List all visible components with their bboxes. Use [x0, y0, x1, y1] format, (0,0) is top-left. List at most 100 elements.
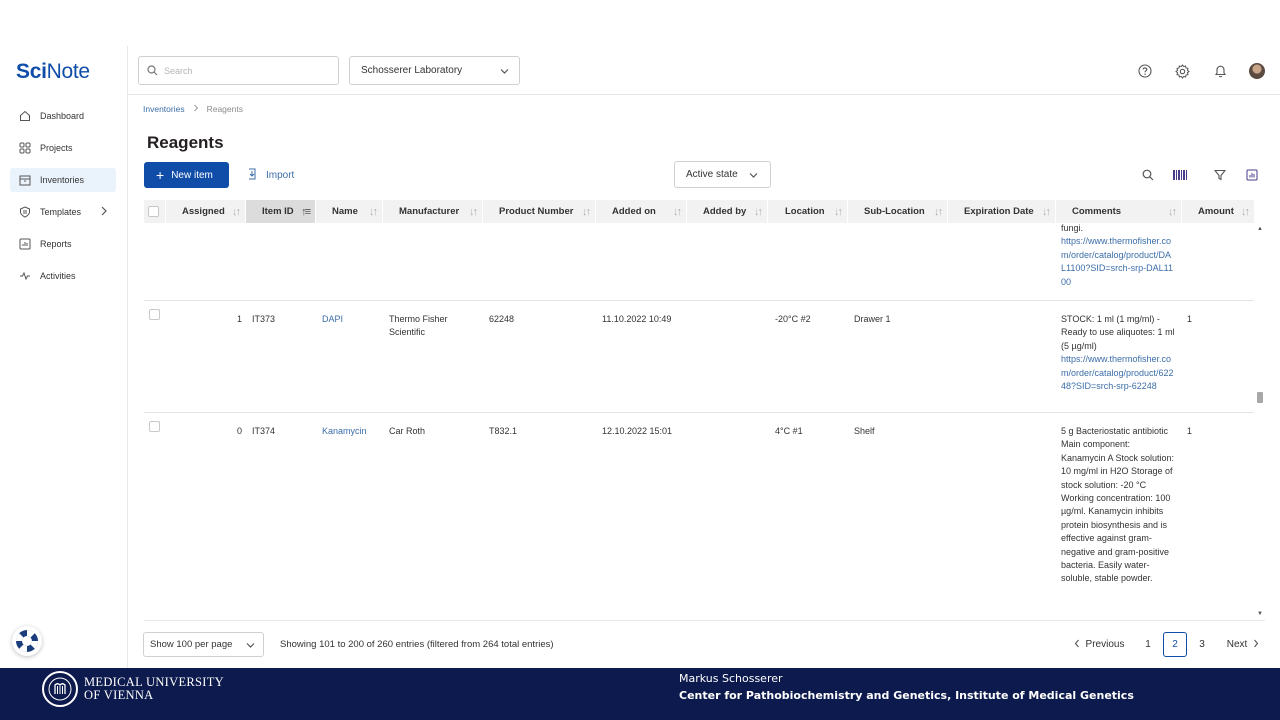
scinote-app: SciNote Dashboard Projects Inventories T… [0, 0, 1280, 668]
home-icon [18, 109, 32, 123]
column-header-product-number[interactable]: Product Number ↓↑ [483, 200, 595, 223]
active-state-value: Active state [686, 169, 738, 180]
sort-icon: ↓↑ [934, 205, 943, 218]
page-1-button[interactable]: 1 [1140, 632, 1156, 657]
scroll-down-arrow-icon[interactable]: ▼ [1257, 611, 1263, 617]
comment-link[interactable]: https://www.thermofisher.com/order/catal… [1061, 236, 1173, 286]
column-header-item-id[interactable]: Item ID ↑≡ [246, 200, 315, 223]
column-label: Name [332, 206, 358, 217]
import-button[interactable]: Import [246, 166, 294, 184]
table-row[interactable]: fungi. https://www.thermofisher.com/orde… [144, 223, 1254, 301]
sidebar-item-templates[interactable]: Templates [10, 200, 116, 224]
row-checkbox[interactable] [149, 309, 160, 320]
item-id-cell: IT374 [252, 426, 276, 436]
per-page-value: Show 100 per page [150, 639, 233, 650]
sidebar-item-label: Inventories [40, 175, 85, 185]
comment-link[interactable]: https://www.thermofisher.com/order/catal… [1061, 354, 1174, 391]
sort-icon: ↓↑ [673, 205, 682, 218]
row-checkbox[interactable] [149, 421, 160, 432]
search-box[interactable] [138, 56, 339, 85]
comments-cell: STOCK: 1 ml (1 mg/ml) - Ready to use ali… [1061, 313, 1175, 393]
team-selector[interactable]: Schosserer Laboratory [349, 56, 520, 85]
scroll-up-arrow-icon[interactable]: ▲ [1257, 226, 1263, 232]
column-header-sub-location[interactable]: Sub-Location ↓↑ [848, 200, 947, 223]
column-header-location[interactable]: Location ↓↑ [768, 200, 847, 223]
active-state-dropdown[interactable]: Active state [674, 161, 771, 188]
grid-icon [18, 141, 32, 155]
assigned-cell: 0 [236, 426, 242, 436]
amount-cell: 1 [1187, 314, 1193, 324]
support-lifebuoy-button[interactable] [12, 626, 42, 656]
university-line-1: MEDICAL UNIVERSITY [84, 675, 224, 689]
barcode-icon[interactable] [1172, 167, 1188, 183]
chevron-right-icon [193, 104, 199, 114]
sidebar-item-projects[interactable]: Projects [10, 136, 116, 160]
help-icon[interactable] [1137, 63, 1153, 79]
previous-page-button[interactable]: Previous [1070, 632, 1128, 657]
sidebar-item-activities[interactable]: Activities [10, 264, 116, 288]
column-header-expiration-date[interactable]: Expiration Date ↓↑ [948, 200, 1055, 223]
per-page-dropdown[interactable]: Show 100 per page [143, 632, 264, 657]
column-header-amount[interactable]: Amount ↓↑ [1182, 200, 1254, 223]
column-label: Comments [1072, 206, 1122, 217]
sidebar-item-reports[interactable]: Reports [10, 232, 116, 256]
column-label: Expiration Date [964, 206, 1034, 217]
box-icon [18, 173, 32, 187]
topbar: Schosserer Laboratory [128, 46, 1280, 95]
table-scrollbar[interactable]: ▲ ▼ [1255, 223, 1265, 620]
row-checkbox-cell[interactable] [149, 421, 160, 432]
import-icon [246, 168, 258, 183]
comments-cell: fungi. https://www.thermofisher.com/orde… [1061, 223, 1175, 289]
column-header-added-on[interactable]: Added on ↓↑ [596, 200, 686, 223]
search-input[interactable] [164, 65, 324, 76]
comments-cell: 5 g Bacteriostatic antibiotic Main compo… [1061, 425, 1175, 586]
scroll-thumb[interactable] [1257, 392, 1263, 403]
page-2-button[interactable]: 2 [1163, 632, 1187, 657]
row-checkbox-cell[interactable] [149, 309, 160, 320]
item-name-link[interactable]: Kanamycin [322, 425, 367, 438]
manufacturer-cell: Thermo Fisher Scientific [389, 314, 448, 338]
sort-icon: ↓↑ [1168, 205, 1177, 218]
sort-icon: ↓↑ [754, 205, 763, 218]
sidebar-item-dashboard[interactable]: Dashboard [10, 104, 116, 128]
next-label: Next [1226, 639, 1248, 650]
sort-icon: ↓↑ [834, 205, 843, 218]
user-avatar[interactable] [1249, 63, 1265, 79]
scinote-logo[interactable]: SciNote [16, 60, 90, 84]
university-line-2: OF VIENNA [84, 687, 154, 702]
new-item-button[interactable]: + New item [144, 162, 229, 188]
bell-icon[interactable] [1212, 63, 1228, 79]
column-header-added-by[interactable]: Added by ↓↑ [687, 200, 767, 223]
import-label: Import [266, 169, 295, 181]
breadcrumb-inventories[interactable]: Inventories [143, 104, 185, 114]
sort-icon: ↓↑ [469, 205, 478, 218]
sidebar-item-inventories[interactable]: Inventories [10, 168, 116, 192]
product-number-cell: 62248 [489, 314, 515, 324]
manufacturer-cell: Car Roth [389, 426, 426, 436]
column-label: Added on [612, 206, 656, 217]
column-header-assigned[interactable]: Assigned ↓↑ [166, 200, 245, 223]
next-page-button[interactable]: Next [1222, 632, 1264, 657]
select-all-checkbox[interactable] [148, 206, 159, 217]
table-row[interactable]: 1 IT373 DAPI Thermo Fisher Scientific 62… [144, 301, 1254, 413]
breadcrumb-current: Reagents [206, 104, 243, 114]
column-header-manufacturer[interactable]: Manufacturer ↓↑ [383, 200, 482, 223]
table-search-icon[interactable] [1140, 167, 1156, 183]
page-3-button[interactable]: 3 [1194, 632, 1210, 657]
amount-cell: 1 [1187, 426, 1193, 436]
item-name-link[interactable]: DAPI [322, 313, 343, 326]
select-all-checkbox-cell[interactable] [144, 200, 165, 223]
column-label: Manufacturer [399, 206, 460, 217]
column-label: Product Number [499, 206, 574, 217]
gear-icon[interactable] [1174, 63, 1190, 79]
column-header-name[interactable]: Name ↓↑ [316, 200, 382, 223]
plus-icon: + [156, 167, 165, 183]
search-icon [147, 65, 158, 76]
column-settings-icon[interactable] [1244, 167, 1260, 183]
column-header-comments[interactable]: Comments ↓↑ [1056, 200, 1181, 223]
filter-icon[interactable] [1212, 167, 1228, 183]
column-label: Location [785, 206, 825, 217]
chevron-down-icon [749, 171, 758, 182]
table-row[interactable]: 0 IT374 Kanamycin Car Roth T832.1 12.10.… [144, 413, 1254, 620]
university-name: MEDICAL UNIVERSITY OF VIENNA [84, 676, 224, 701]
